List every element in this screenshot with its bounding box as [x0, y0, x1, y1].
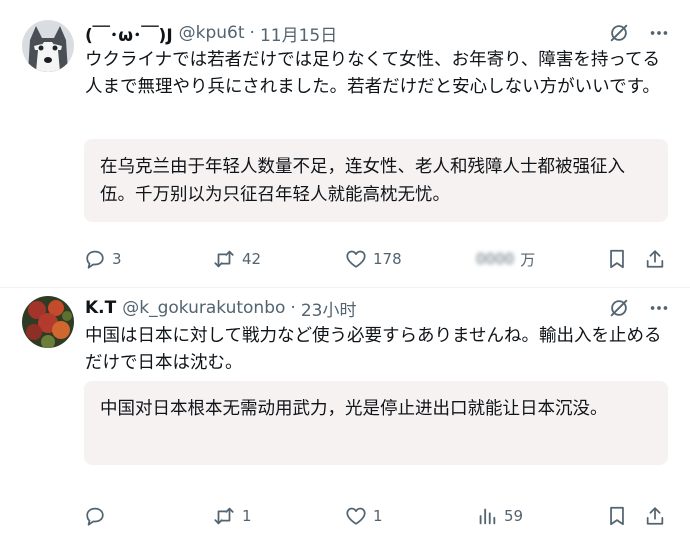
user-handle[interactable]: @k_gokurakutonbo	[122, 298, 285, 318]
share-icon	[646, 507, 664, 525]
action-bar: 1 1 59	[84, 503, 674, 529]
display-name[interactable]: (￣･ω･￣)J	[85, 21, 173, 46]
display-name[interactable]: K.T	[85, 298, 116, 318]
reply-count: 3	[112, 250, 122, 268]
more-options-icon[interactable]	[648, 297, 670, 319]
retweet-count: 1	[242, 507, 252, 525]
views-suffix: 万	[520, 250, 536, 269]
share-button[interactable]	[644, 503, 666, 529]
tweet-text: ウクライナでは若者だけでは足りなくて女性、お年寄り、障害を持ってる人まで無理やり…	[85, 50, 661, 97]
separator-dot: ·	[249, 23, 255, 43]
avatar[interactable]	[22, 296, 74, 348]
timestamp[interactable]: 11月15日	[260, 21, 337, 46]
reply-button[interactable]: 3	[84, 246, 122, 272]
separator-dot: ·	[290, 298, 296, 318]
husky-avatar-image	[22, 20, 74, 72]
reply-icon	[86, 507, 104, 526]
like-button[interactable]: 1	[345, 503, 383, 529]
action-bar: 3 42 178 0000 万	[84, 246, 674, 272]
heart-icon	[346, 507, 366, 525]
like-button[interactable]: 178	[345, 246, 402, 272]
tweet-header: K.T @k_gokurakutonbo · 23小时	[85, 295, 670, 321]
reply-icon	[86, 250, 104, 269]
retweet-icon	[214, 507, 234, 525]
grok-icon[interactable]	[608, 22, 630, 44]
like-count: 1	[373, 507, 383, 525]
views-count: 59	[504, 507, 524, 525]
analytics-icon	[479, 508, 496, 525]
flower-avatar-image	[22, 296, 74, 348]
like-count: 178	[373, 250, 402, 268]
retweet-button[interactable]: 1	[212, 503, 252, 529]
share-button[interactable]	[644, 246, 666, 272]
bookmark-button[interactable]	[606, 503, 628, 529]
avatar[interactable]	[22, 20, 74, 72]
grok-icon[interactable]	[608, 297, 630, 319]
tweet-header: (￣･ω･￣)J @kpu6t · 11月15日	[85, 20, 670, 46]
retweet-icon	[214, 250, 234, 268]
tweet-1[interactable]: (￣･ω･￣)J @kpu6t · 11月15日 ウクライナでは若者だけでは足り…	[0, 0, 690, 288]
translation-box: 在乌克兰由于年轻人数量不足，连女性、老人和残障人士都被强征入伍。千万别以为只征召…	[84, 139, 668, 222]
bookmark-button[interactable]	[606, 246, 628, 272]
views-button[interactable]: 0000 万	[476, 246, 535, 272]
reply-button[interactable]	[84, 503, 112, 529]
translation-box: 中国对日本根本无需动用武力，光是停止进出口就能让日本沉没。	[84, 381, 668, 465]
bookmark-icon	[610, 506, 624, 526]
more-options-icon[interactable]	[648, 22, 670, 44]
views-count-blurred: 0000	[476, 250, 515, 268]
bookmark-icon	[610, 249, 624, 269]
share-icon	[646, 250, 664, 268]
timestamp[interactable]: 23小时	[301, 296, 357, 321]
retweet-count: 42	[242, 250, 262, 268]
tweet-text: 中国は日本に対して戦力など使う必要すらありませんね。輸出入を止めるだけで日本は沈…	[85, 326, 662, 373]
retweet-button[interactable]: 42	[212, 246, 261, 272]
views-button[interactable]: 59	[476, 503, 523, 529]
heart-icon	[346, 250, 366, 268]
user-handle[interactable]: @kpu6t	[179, 23, 245, 43]
